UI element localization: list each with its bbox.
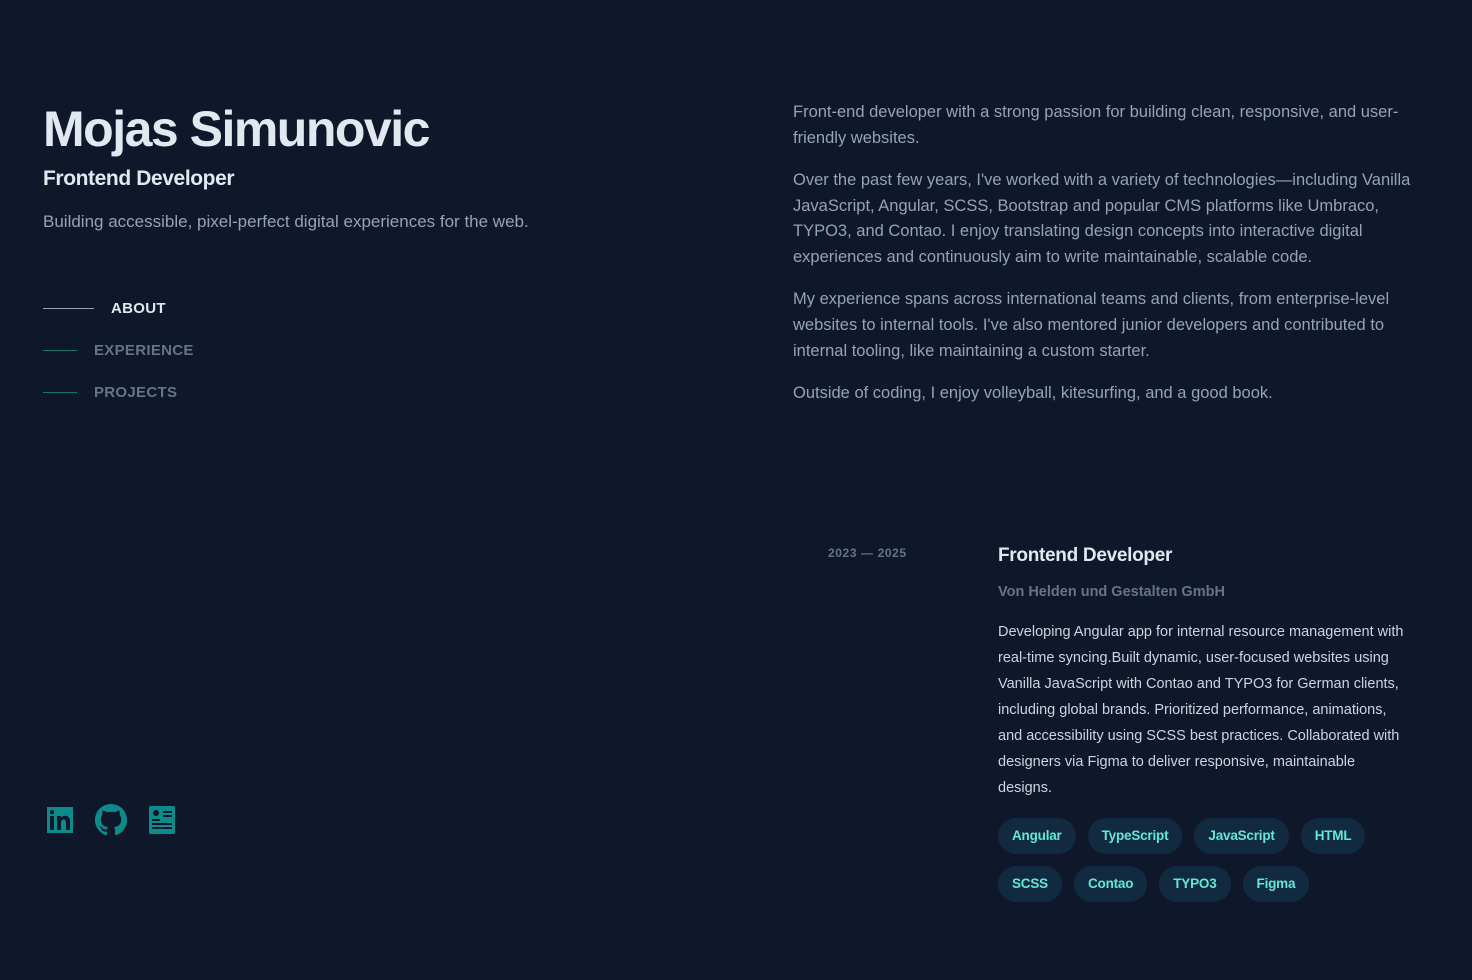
tech-tag: JavaScript: [1194, 818, 1289, 854]
nav-indicator-line: [43, 307, 94, 309]
nav-item-experience[interactable]: EXPERIENCE: [43, 338, 194, 362]
page: Mojas Simunovic Frontend Developer Build…: [0, 0, 1472, 980]
nav-item-label: EXPERIENCE: [94, 341, 194, 359]
about-paragraph: Outside of coding, I enjoy volleyball, k…: [793, 383, 1273, 402]
section-nav: ABOUT EXPERIENCE PROJECTS: [43, 296, 194, 422]
github-icon: [95, 804, 127, 836]
tech-tag: HTML: [1300, 818, 1366, 854]
experience-description: Developing Angular app for internal reso…: [998, 624, 1404, 796]
linkedin-icon: [47, 807, 73, 833]
github-link[interactable]: [94, 802, 128, 838]
social-links: [43, 802, 179, 838]
job-role: Frontend Developer: [43, 167, 235, 190]
tech-tag: Angular: [998, 818, 1076, 854]
tech-tags: Angular TypeScript JavaScript HTML SCSS …: [998, 818, 1418, 902]
experience-card[interactable]: 2023 — 2025 Frontend Developer Von Helde…: [793, 540, 1433, 940]
tech-tag: Figma: [1242, 866, 1310, 902]
nav-indicator-line: [43, 349, 77, 351]
tech-tag: TypeScript: [1087, 818, 1183, 854]
nav-item-label: PROJECTS: [94, 383, 178, 401]
nav-item-label: ABOUT: [111, 299, 166, 317]
tagline: Building accessible, pixel-perfect digit…: [43, 212, 529, 231]
nav-item-projects[interactable]: PROJECTS: [43, 380, 194, 404]
page-title: Mojas Simunovic: [43, 101, 430, 157]
about-paragraph: Over the past few years, I've worked wit…: [793, 170, 1411, 267]
experience-body: Frontend Developer Von Helden und Gestal…: [998, 540, 1418, 902]
tech-tag: Contao: [1073, 866, 1148, 902]
tech-tag: SCSS: [998, 866, 1062, 902]
resume-icon: [149, 806, 175, 834]
tech-tag: TYPO3: [1159, 866, 1231, 902]
experience-company: Von Helden und Gestalten GmbH: [998, 584, 1225, 600]
experience-title: Frontend Developer: [998, 545, 1173, 566]
about-paragraph: Front-end developer with a strong passio…: [793, 103, 1399, 147]
linkedin-link[interactable]: [43, 802, 77, 838]
nav-item-about[interactable]: ABOUT: [43, 296, 194, 320]
nav-indicator-line: [43, 391, 77, 393]
experience-date: 2023 — 2025: [828, 546, 907, 560]
resume-link[interactable]: [145, 802, 179, 838]
intro-column: Mojas Simunovic Frontend Developer Build…: [43, 0, 683, 980]
about-paragraph: My experience spans across international…: [793, 290, 1390, 360]
about-section: Front-end developer with a strong passio…: [793, 100, 1433, 423]
